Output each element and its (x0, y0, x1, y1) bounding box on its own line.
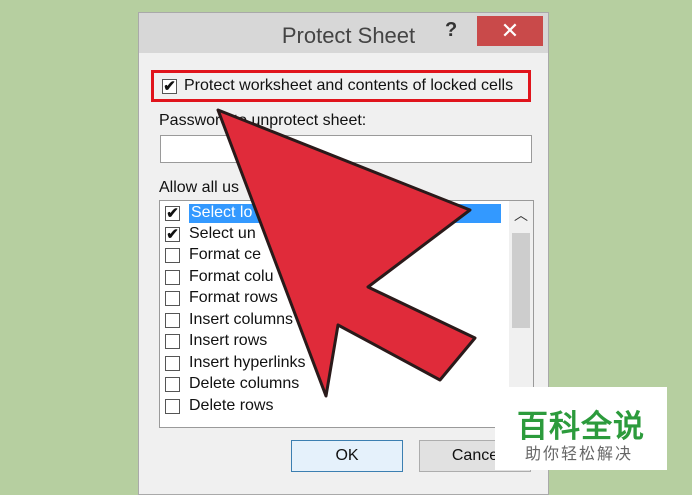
arrow-shape (216, 108, 477, 398)
watermark-logo: 百科全说 助你轻松解决 (495, 387, 667, 470)
watermark-subtitle: 助你轻松解决 (525, 446, 634, 463)
